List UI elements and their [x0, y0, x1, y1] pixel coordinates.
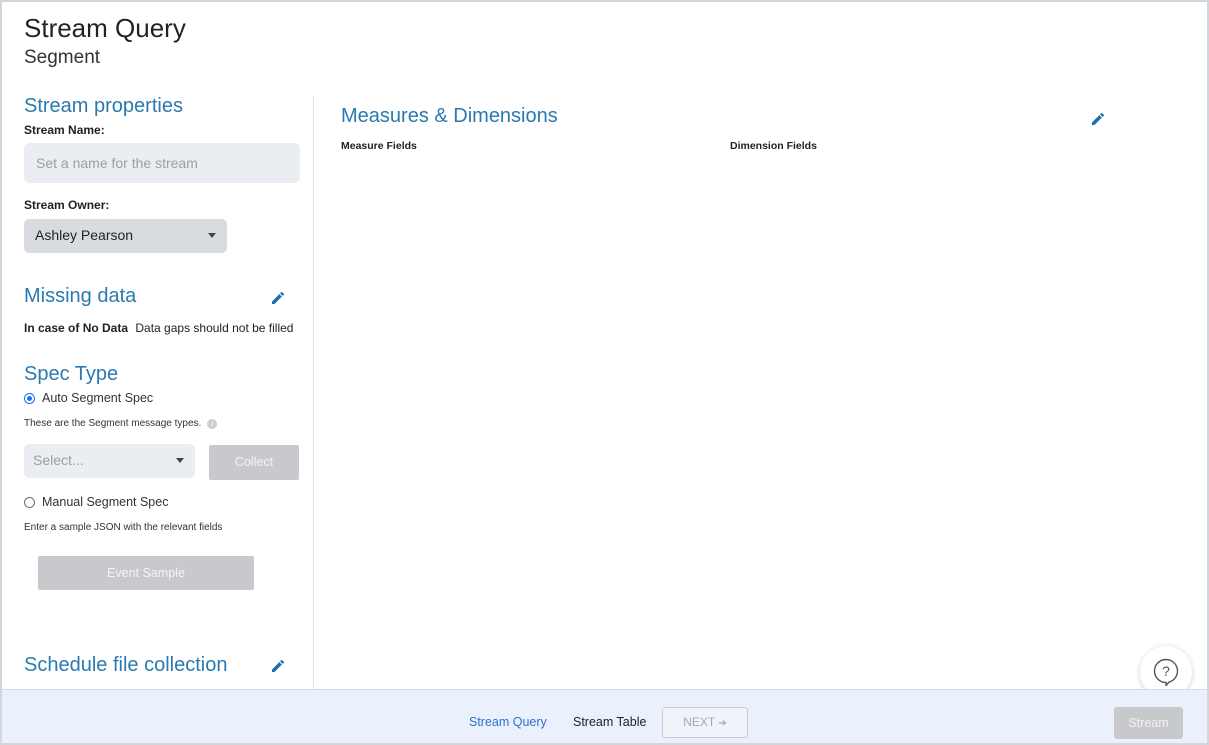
pencil-icon[interactable]	[270, 658, 286, 674]
footer-bar: Stream Query Stream Table NEXT ➔ Stream	[2, 689, 1207, 743]
question-bubble-icon: ?	[1153, 658, 1179, 686]
pencil-icon[interactable]	[1090, 111, 1106, 127]
next-label: NEXT	[683, 715, 716, 729]
left-panel: Stream properties Stream Name: Stream Ow…	[0, 95, 314, 689]
next-button[interactable]: NEXT ➔	[662, 707, 748, 738]
pencil-icon[interactable]	[270, 290, 286, 306]
collect-button[interactable]: Collect	[209, 445, 299, 480]
info-icon[interactable]: i	[207, 418, 218, 429]
arrow-right-icon: ➔	[718, 718, 727, 729]
measure-fields-label: Measure Fields	[341, 140, 417, 152]
step-stream-table[interactable]: Stream Table	[573, 715, 646, 729]
no-data-value: Data gaps should not be filled	[135, 321, 294, 335]
stream-properties-title: Stream properties	[24, 95, 183, 117]
dimension-fields-label: Dimension Fields	[730, 140, 817, 152]
stream-owner-value: Ashley Pearson	[35, 227, 134, 243]
manual-spec-radio[interactable]	[24, 496, 35, 508]
stream-button[interactable]: Stream	[1114, 707, 1183, 739]
manual-spec-note-text: Enter a sample JSON with the relevant fi…	[24, 522, 223, 533]
missing-data-title: Missing data	[24, 285, 137, 307]
manual-spec-label: Manual Segment Spec	[42, 495, 169, 509]
schedule-title: Schedule file collection	[24, 654, 228, 676]
no-data-label: In case of No Data	[24, 321, 129, 335]
stream-name-input[interactable]	[24, 143, 300, 183]
manual-spec-note: Enter a sample JSON with the relevant fi…	[24, 522, 222, 533]
message-type-placeholder: Select...	[33, 452, 84, 468]
auto-spec-label: Auto Segment Spec	[42, 391, 154, 405]
message-type-select[interactable]: Select...	[24, 444, 195, 478]
stream-owner-select[interactable]: Ashley Pearson	[24, 219, 227, 253]
caret-down-icon	[176, 458, 184, 463]
spec-type-title: Spec Type	[24, 363, 119, 385]
manual-spec-option[interactable]: Manual Segment Spec	[24, 495, 168, 509]
event-sample-button[interactable]: Event Sample	[38, 556, 254, 590]
caret-down-icon	[208, 233, 216, 238]
measures-title: Measures & Dimensions	[341, 105, 558, 127]
stream-name-label: Stream Name:	[24, 123, 105, 137]
missing-data-row: In case of No Data Data gaps should not …	[24, 321, 293, 335]
auto-spec-note: These are the Segment message types. i	[24, 418, 218, 429]
page-title: Stream Query	[24, 13, 186, 43]
auto-spec-radio[interactable]	[24, 392, 35, 404]
step-stream-query[interactable]: Stream Query	[469, 715, 547, 729]
stream-owner-label: Stream Owner:	[24, 198, 110, 212]
auto-spec-option[interactable]: Auto Segment Spec	[24, 391, 153, 405]
auto-spec-note-text: These are the Segment message types.	[24, 418, 202, 429]
page-subtitle: Segment	[24, 47, 101, 68]
main-panel: Measures & Dimensions Measure Fields Dim…	[315, 95, 1205, 689]
svg-text:?: ?	[1162, 663, 1170, 679]
